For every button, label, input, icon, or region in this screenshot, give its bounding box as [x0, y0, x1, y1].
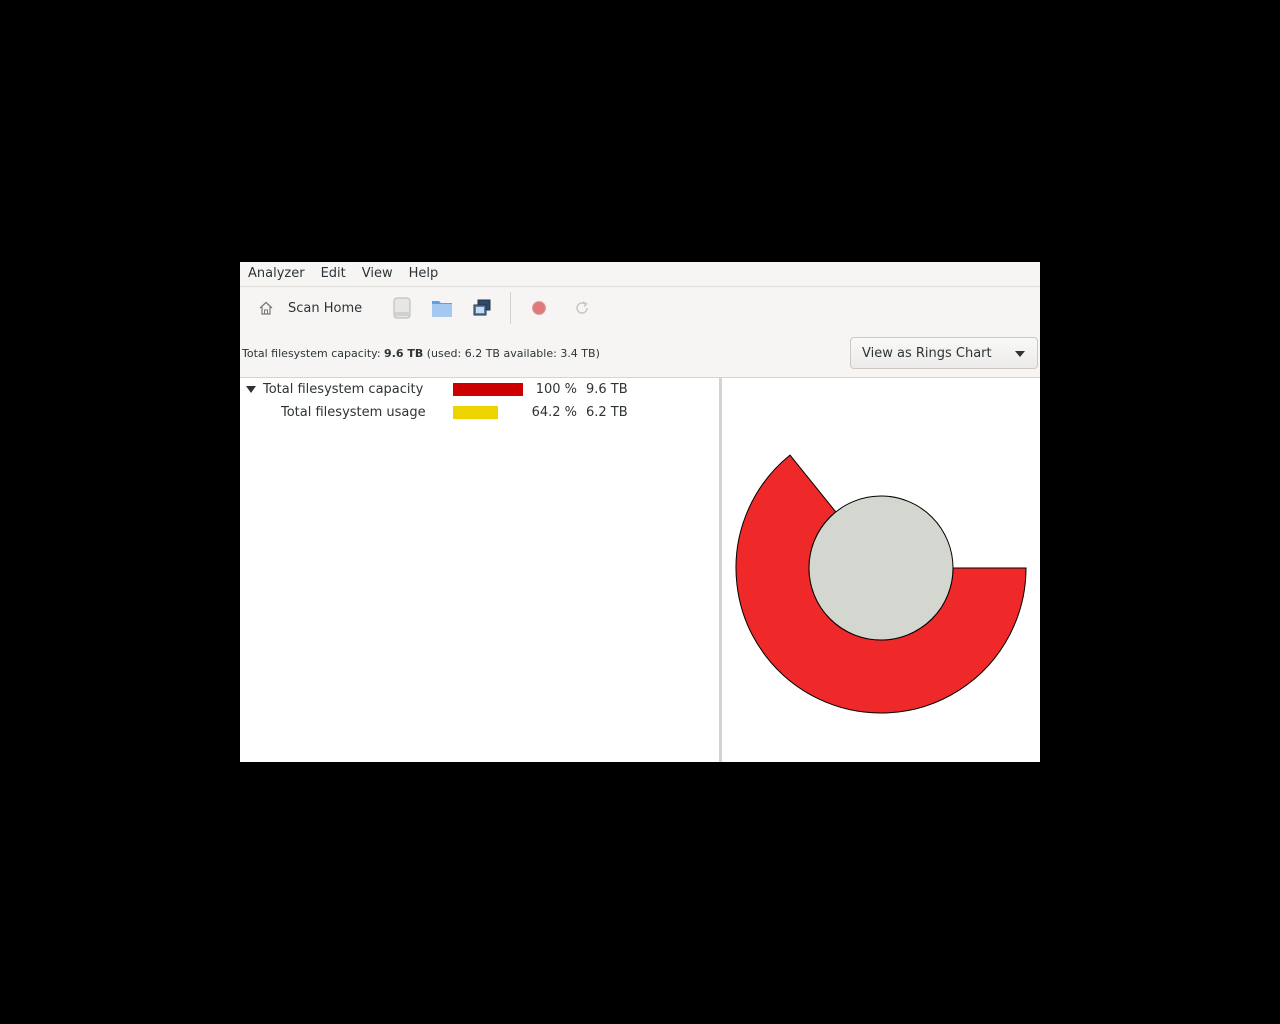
usage-bar	[453, 406, 523, 419]
view-select-value: View as Rings Chart	[862, 345, 992, 361]
expander-down-icon[interactable]	[246, 386, 256, 393]
folder-icon	[430, 296, 454, 320]
capacity-info-detail: (used: 6.2 TB available: 3.4 TB)	[423, 346, 600, 360]
usage-bar-fill	[453, 406, 498, 419]
scan-home-label: Scan Home	[288, 300, 363, 316]
remote-folder-icon	[470, 296, 494, 320]
scan-filesystem-button[interactable]	[384, 292, 420, 324]
capacity-value: 9.6 TB	[384, 346, 424, 360]
row-percent: 64.2 %	[531, 405, 577, 420]
view-select-dropdown[interactable]: View as Rings Chart	[850, 337, 1038, 369]
scan-home-button[interactable]: Scan Home	[248, 292, 368, 324]
toolbar: Scan Home	[240, 287, 1040, 329]
home-icon	[254, 296, 278, 320]
menu-view[interactable]: View	[354, 262, 401, 286]
stop-button[interactable]	[521, 292, 557, 324]
row-size: 9.6 TB	[586, 382, 628, 397]
rings-chart-center[interactable]	[808, 495, 954, 641]
row-name: Total filesystem usage	[281, 405, 426, 420]
disk-icon	[390, 296, 414, 320]
menu-edit[interactable]: Edit	[313, 262, 354, 286]
baobab-window: Analyzer Edit View Help Scan Home Total …	[240, 262, 1040, 762]
scan-remote-folder-button[interactable]	[464, 292, 500, 324]
folder-tree[interactable]: Total filesystem capacity 100 % 9.6 TB T…	[240, 377, 719, 762]
row-size: 6.2 TB	[586, 405, 628, 420]
capacity-info: Total filesystem capacity: 9.6 TB (used:…	[242, 347, 600, 360]
tree-row-usage[interactable]: Total filesystem usage 64.2 % 6.2 TB	[240, 401, 719, 424]
menubar: Analyzer Edit View Help	[240, 262, 1040, 287]
rings-chart-pane[interactable]	[722, 377, 1040, 762]
menu-analyzer[interactable]: Analyzer	[240, 262, 313, 286]
stop-icon	[527, 296, 551, 320]
row-percent: 100 %	[535, 382, 577, 397]
toolbar-separator	[510, 292, 512, 324]
menu-help[interactable]: Help	[401, 262, 447, 286]
scan-folder-button[interactable]	[424, 292, 460, 324]
usage-bar-fill	[453, 383, 523, 396]
usage-bar	[453, 383, 523, 396]
refresh-button[interactable]	[564, 292, 600, 324]
tree-row-capacity[interactable]: Total filesystem capacity 100 % 9.6 TB	[240, 378, 719, 401]
chevron-down-icon	[1015, 351, 1025, 357]
refresh-icon	[570, 296, 594, 320]
panes: Total filesystem capacity 100 % 9.6 TB T…	[240, 377, 1040, 762]
row-name: Total filesystem capacity	[263, 382, 424, 397]
capacity-info-prefix: Total filesystem capacity:	[242, 346, 385, 360]
info-bar: Total filesystem capacity: 9.6 TB (used:…	[240, 329, 1040, 377]
rings-chart[interactable]	[722, 378, 1040, 762]
